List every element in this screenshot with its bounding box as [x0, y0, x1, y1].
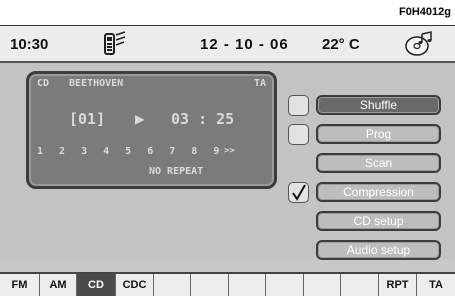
clock: 10:30: [10, 36, 49, 53]
cd-source-button[interactable]: CD: [77, 274, 116, 296]
main-area: CD BEETHOVEN TA [01] ▶ 03 : 25 1 2 3 4 5…: [0, 63, 455, 260]
cd-music-icon: [404, 30, 434, 63]
date: 12 - 10 - 06: [200, 36, 289, 53]
artist-label: BEETHOVEN: [69, 78, 124, 89]
more-tracks-indicator: >>: [224, 146, 235, 156]
prog-checkbox[interactable]: [288, 124, 309, 145]
empty-slot-button[interactable]: [304, 274, 341, 296]
outside-temperature: 22° C: [322, 36, 360, 53]
empty-slot-button[interactable]: [191, 274, 229, 296]
track-list: 1 2 3 4 5 6 7 8 9: [37, 146, 225, 157]
checkmark-icon: [292, 184, 306, 201]
compression-button[interactable]: Compression: [316, 182, 441, 202]
figure-code: F0H4012g: [399, 6, 451, 18]
empty-slot-button[interactable]: [229, 274, 266, 296]
head-unit-screen: 10:30 12 - 10 - 06 22° C CD BEETHOVEN TA…: [0, 25, 455, 296]
compression-checkbox[interactable]: [288, 182, 309, 203]
phone-signal-icon: [102, 31, 126, 62]
rpt-button[interactable]: RPT: [379, 274, 417, 296]
elapsed-time: 03 : 25: [171, 110, 235, 128]
ta-button[interactable]: TA: [417, 274, 455, 296]
audio-setup-button[interactable]: Audio setup: [316, 240, 441, 260]
empty-slot-button[interactable]: [341, 274, 379, 296]
ta-indicator: TA: [253, 78, 266, 89]
status-bar: 10:30 12 - 10 - 06 22° C: [0, 26, 455, 63]
source-label: CD: [37, 78, 50, 89]
cd-info-display: CD BEETHOVEN TA [01] ▶ 03 : 25 1 2 3 4 5…: [26, 71, 277, 189]
play-icon: ▶: [135, 109, 145, 128]
track-number: [01]: [69, 110, 106, 128]
source-bar: FM AM CD CDC RPT TA: [0, 272, 455, 296]
prog-button[interactable]: Prog: [316, 124, 441, 144]
fm-source-button[interactable]: FM: [0, 274, 40, 296]
empty-slot-button[interactable]: [154, 274, 191, 296]
shuffle-checkbox[interactable]: [288, 95, 309, 116]
cdc-source-button[interactable]: CDC: [116, 274, 154, 296]
empty-slot-button[interactable]: [266, 274, 304, 296]
scan-button[interactable]: Scan: [316, 153, 441, 173]
shuffle-button[interactable]: Shuffle: [316, 95, 441, 115]
am-source-button[interactable]: AM: [40, 274, 77, 296]
cd-setup-button[interactable]: CD setup: [316, 211, 441, 231]
repeat-status: NO REPEAT: [149, 166, 204, 177]
